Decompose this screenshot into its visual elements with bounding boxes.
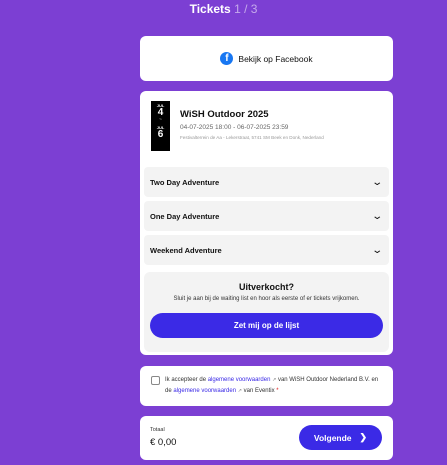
- terms-text: Ik accepteer de algemene voorwaarden ↗ v…: [165, 375, 385, 397]
- terms-link-eventix[interactable]: algemene voorwaarden: [173, 388, 236, 394]
- soldout-title: Uitverkocht?: [238, 282, 294, 292]
- chevron-right-icon: ❯: [359, 432, 368, 442]
- event-location: Festivalterrein de Aa - Lekerstraat, 574…: [180, 135, 324, 140]
- badge-day-end: 6: [157, 129, 164, 140]
- terms-card: Ik accepteer de algemene voorwaarden ↗ v…: [140, 366, 393, 406]
- ticket-label: One Day Adventure: [150, 211, 220, 221]
- facebook-card[interactable]: f Bekijk op Facebook: [140, 36, 393, 81]
- chevron-down-icon: ⌄: [370, 244, 383, 256]
- chevron-down-icon: ⌄: [370, 210, 383, 222]
- page-header: Tickets 1 / 3: [0, 2, 447, 16]
- ticket-row-one-day[interactable]: One Day Adventure ⌄: [144, 201, 389, 231]
- ticket-label: Two Day Adventure: [150, 177, 220, 187]
- ticket-label: Weekend Adventure: [150, 245, 222, 255]
- event-title: WiSH Outdoor 2025: [180, 109, 269, 120]
- next-button[interactable]: Volgende ❯: [299, 425, 382, 450]
- terms-text-1: Ik accepteer de: [165, 377, 208, 383]
- ticket-row-two-day[interactable]: Two Day Adventure ⌄: [144, 167, 389, 197]
- badge-separator: ~: [159, 117, 162, 123]
- total-label: Totaal: [150, 427, 165, 433]
- header-title: Tickets: [189, 2, 231, 16]
- total-value: € 0,00: [150, 437, 177, 448]
- total-card: Totaal € 0,00 Volgende ❯: [140, 416, 393, 460]
- waitlist-button[interactable]: Zet mij op de lijst: [150, 313, 383, 338]
- facebook-icon: f: [220, 52, 234, 65]
- event-dates: 04-07-2025 18:00 - 06-07-2025 23:59: [180, 124, 289, 131]
- event-card: JUL 4 ~ JUL 6 WiSH Outdoor 2025 04-07-20…: [140, 91, 393, 355]
- facebook-link-label: Bekijk op Facebook: [238, 53, 313, 64]
- required-marker: *: [276, 388, 279, 394]
- ticket-row-weekend[interactable]: Weekend Adventure ⌄: [144, 235, 389, 265]
- soldout-description: Sluit je aan bij de waiting list en hoor…: [173, 296, 360, 302]
- terms-text-3: van Eventix: [241, 388, 275, 394]
- terms-checkbox[interactable]: [151, 376, 160, 385]
- soldout-panel: Uitverkocht? Sluit je aan bij de waiting…: [144, 272, 389, 352]
- date-badge: JUL 4 ~ JUL 6: [151, 101, 170, 151]
- next-button-label: Volgende: [313, 432, 352, 443]
- step-indicator: 1 / 3: [234, 2, 258, 16]
- chevron-down-icon: ⌄: [370, 176, 383, 188]
- terms-link-organizer[interactable]: algemene voorwaarden: [208, 377, 271, 383]
